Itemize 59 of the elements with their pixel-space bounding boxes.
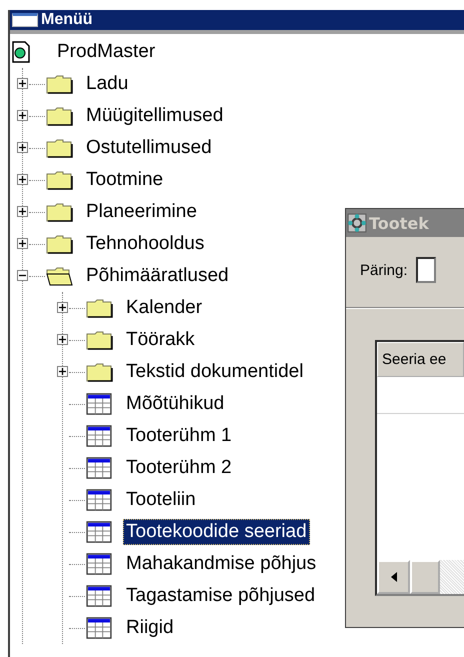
- tree-item[interactable]: Tooterühm 1: [123, 423, 235, 449]
- folder-icon: [85, 361, 113, 383]
- folder-icon: [45, 105, 73, 127]
- plus-icon: [18, 79, 27, 88]
- tree-item[interactable]: Tooterühm 2: [123, 455, 235, 481]
- scroll-left-button[interactable]: [377, 560, 410, 594]
- expand-button[interactable]: [57, 334, 68, 345]
- tree-item[interactable]: Põhimääratlused: [83, 263, 232, 289]
- tree-item[interactable]: Müügitellimused: [83, 103, 226, 129]
- plus-icon: [18, 175, 27, 184]
- window-title: Menüü: [41, 11, 93, 29]
- tree-item[interactable]: ProdMaster: [54, 39, 158, 65]
- expand-button[interactable]: [57, 302, 68, 313]
- scroll-thumb[interactable]: [410, 560, 440, 594]
- tree-item[interactable]: Mõõtühikud: [123, 391, 228, 417]
- folder-icon: [45, 265, 73, 287]
- tree-item[interactable]: Mahakandmise põhjus: [123, 551, 320, 577]
- dialog-title: Tootek: [369, 214, 429, 232]
- tree-item[interactable]: Tehnohooldus: [83, 231, 208, 257]
- tree-item[interactable]: Tootekoodide seeriad: [123, 519, 310, 545]
- tree-item[interactable]: Riigid: [123, 615, 177, 641]
- folder-icon: [45, 73, 73, 95]
- tree-item[interactable]: Tootmine: [83, 167, 166, 193]
- plus-icon: [18, 239, 27, 248]
- query-field[interactable]: [416, 257, 436, 283]
- expand-button[interactable]: [17, 110, 28, 121]
- plus-icon: [18, 111, 27, 120]
- left-arrow-icon: [390, 572, 396, 582]
- plus-icon: [58, 303, 67, 312]
- column-header[interactable]: Seeria ee: [377, 342, 464, 377]
- folder-icon: [45, 201, 73, 223]
- tree-item[interactable]: Tooteliin: [123, 487, 199, 513]
- document-icon: [12, 41, 30, 63]
- plus-icon: [58, 367, 67, 376]
- tree-item[interactable]: Kalender: [123, 295, 206, 321]
- tree-item[interactable]: Tekstid dokumentidel: [123, 359, 306, 385]
- folder-icon: [85, 297, 113, 319]
- tree-item[interactable]: Planeerimine: [83, 199, 200, 225]
- folder-icon: [45, 137, 73, 159]
- folder-icon: [45, 233, 73, 255]
- plus-icon: [18, 143, 27, 152]
- folder-icon: [45, 169, 73, 191]
- collapse-button[interactable]: [17, 270, 28, 281]
- folder-icon: [85, 329, 113, 351]
- tree-item[interactable]: Ladu: [83, 71, 132, 97]
- expand-button[interactable]: [57, 366, 68, 377]
- plus-icon: [18, 207, 27, 216]
- window-icon: [12, 13, 38, 27]
- plus-icon: [58, 335, 67, 344]
- tree-item[interactable]: Ostutellimused: [83, 135, 215, 161]
- expand-button[interactable]: [17, 174, 28, 185]
- query-label: Päring:: [360, 262, 408, 278]
- horizontal-scrollbar[interactable]: [377, 560, 464, 594]
- tree-item[interactable]: Tagastamise põhjused: [123, 583, 318, 609]
- expand-button[interactable]: [17, 238, 28, 249]
- expand-button[interactable]: [17, 78, 28, 89]
- expand-button[interactable]: [17, 206, 28, 217]
- expand-button[interactable]: [17, 142, 28, 153]
- tree-item[interactable]: Töörakk: [123, 327, 198, 353]
